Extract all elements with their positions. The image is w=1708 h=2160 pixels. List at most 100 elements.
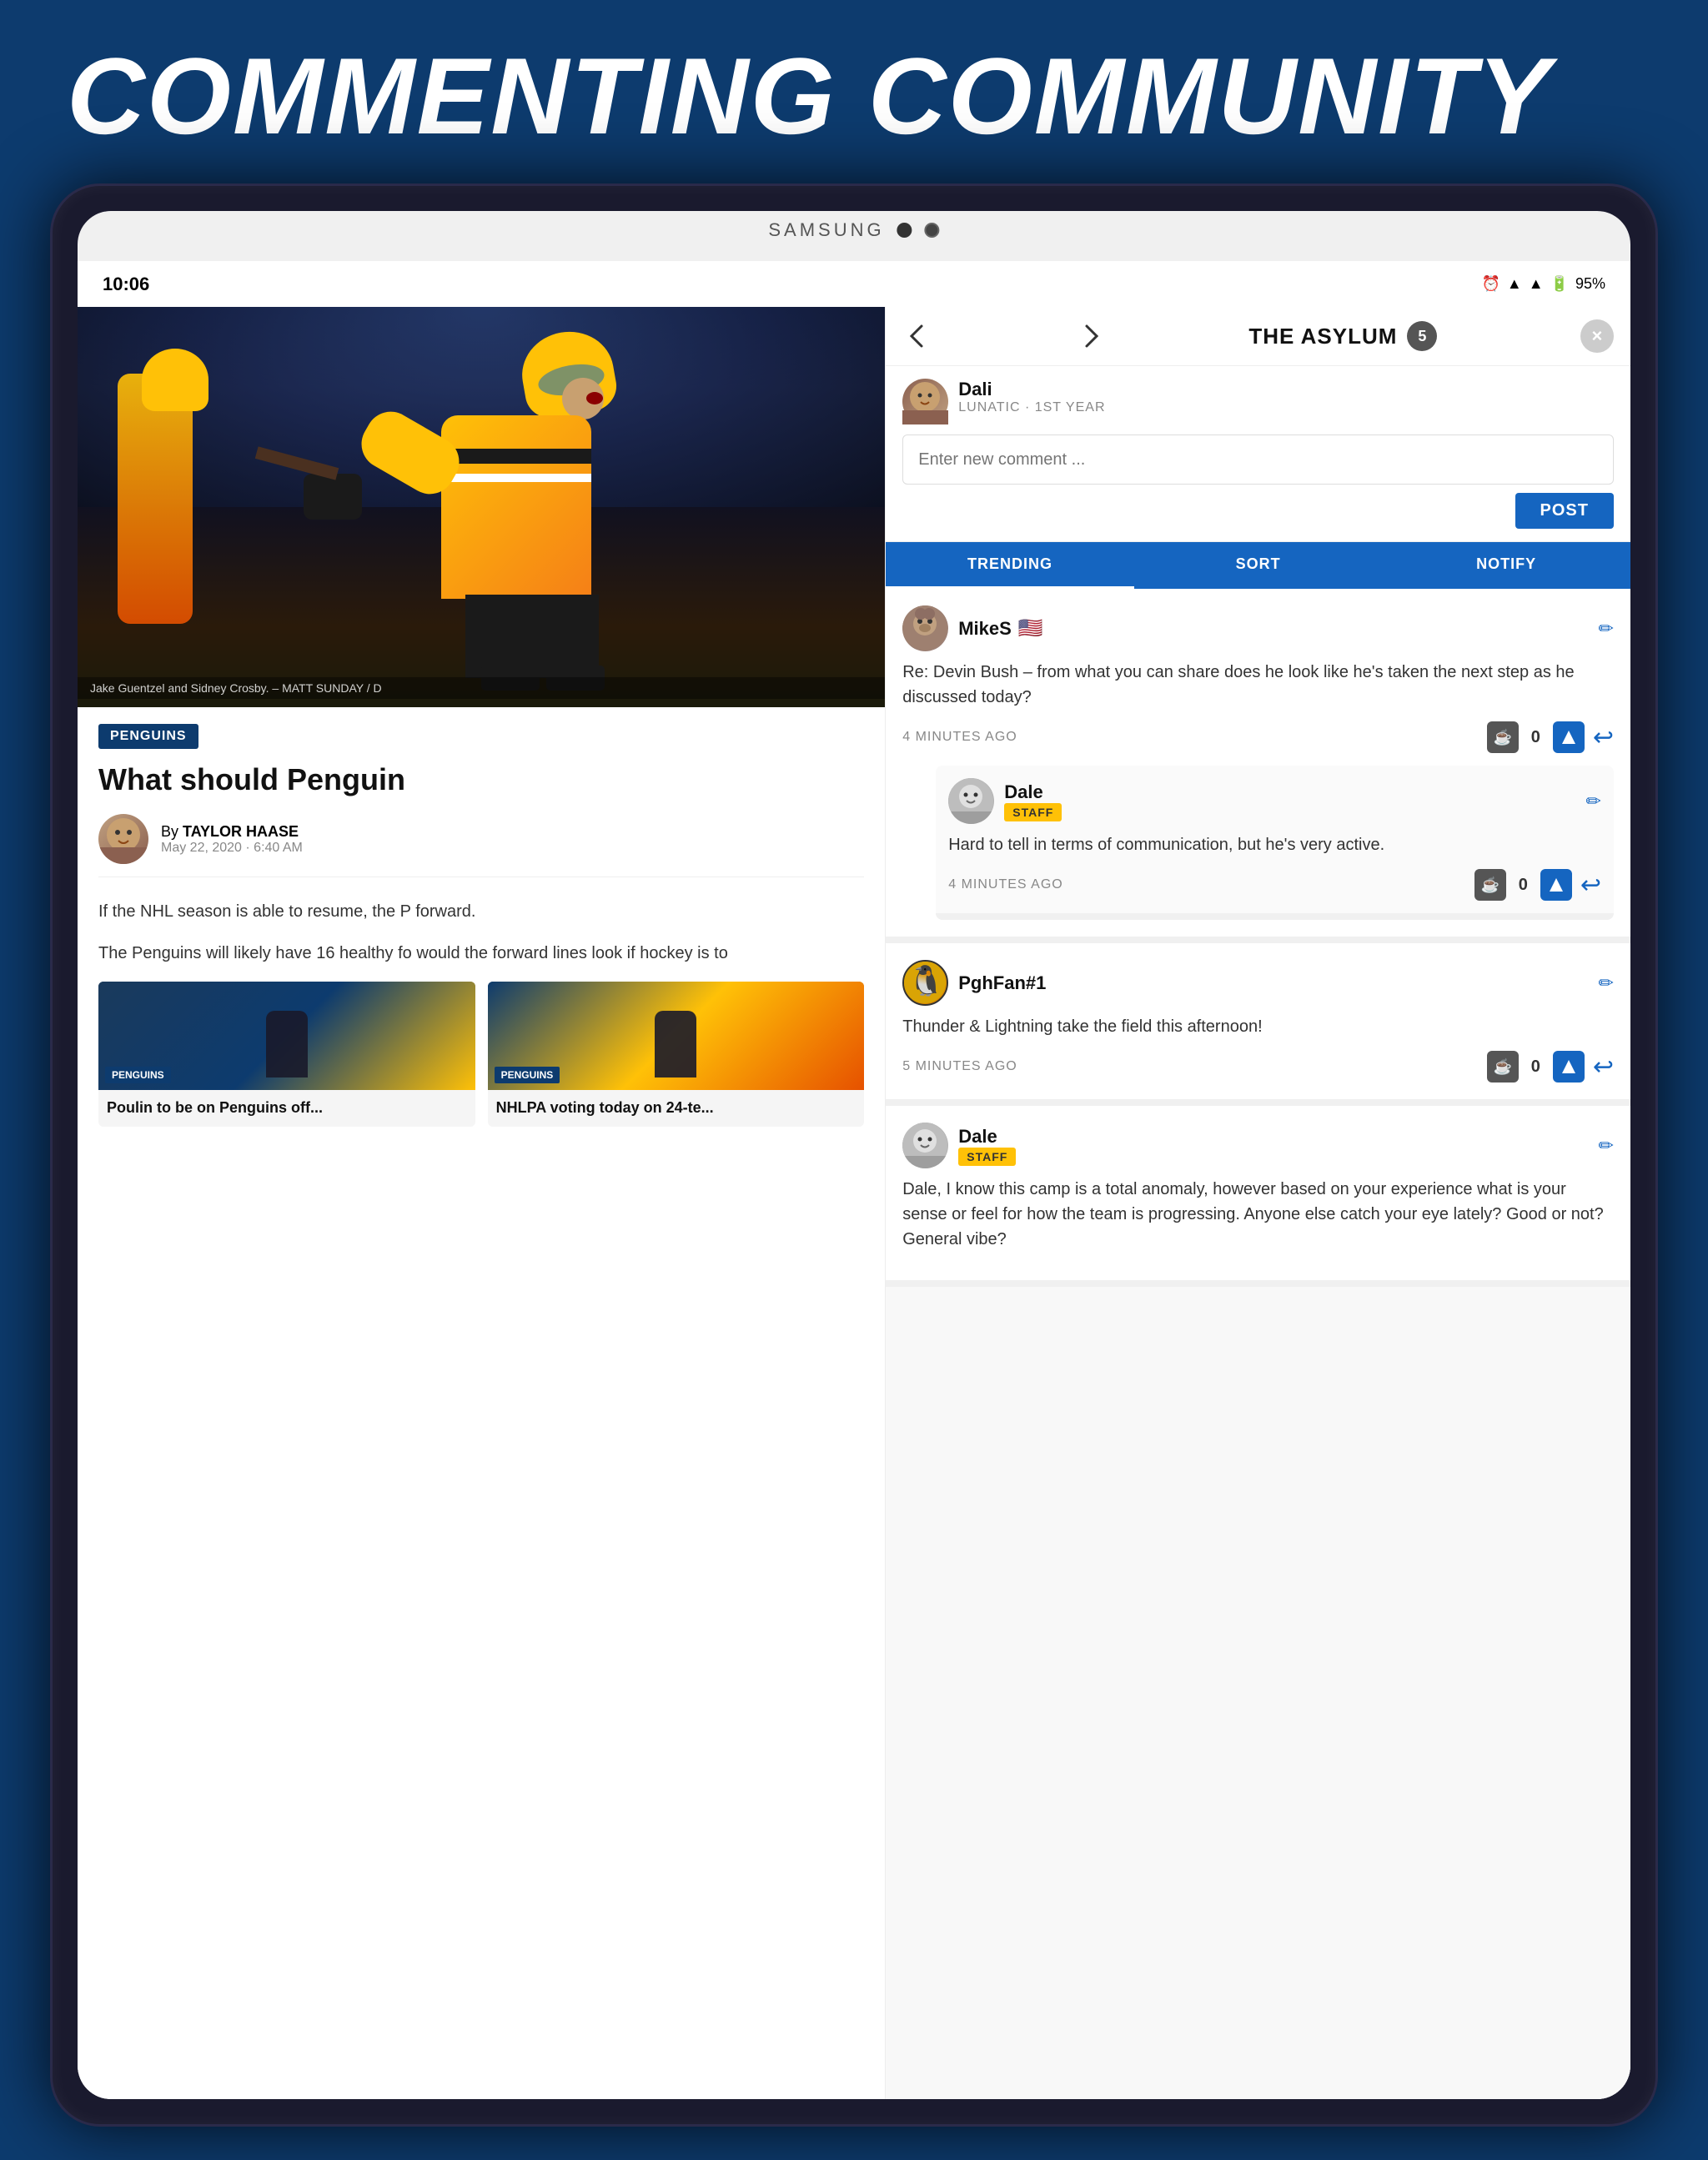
commenter-2-name-row: PghFan#1 <box>958 972 1046 994</box>
comment-3-edit[interactable]: ✏ <box>1599 1135 1614 1157</box>
main-layout: Jake Guentzel and Sidney Crosby. – MATT … <box>78 307 1630 2099</box>
author-name: TAYLOR HAASE <box>183 823 299 840</box>
comment-1-text: Re: Devin Bush – from what you can share… <box>902 660 1614 710</box>
reply-1-name-row: Dale STAFF <box>1004 781 1062 821</box>
user-input-row: Dali LUNATIC · 1ST YEAR <box>902 379 1614 424</box>
comments-title: THE ASYLUM <box>1248 324 1397 349</box>
article-paragraph-2: The Penguins will likely have 16 healthy… <box>98 940 864 967</box>
current-user-avatar <box>902 379 948 424</box>
brand-text: SAMSUNG <box>768 219 884 241</box>
commenter-3-name-row: Dale STAFF <box>958 1126 1016 1166</box>
comments-header: THE ASYLUM 5 × <box>886 307 1630 366</box>
reply-1-footer: 4 MINUTES AGO ☕ 0 <box>948 869 1601 901</box>
alarm-icon: ⏰ <box>1481 275 1500 293</box>
thumb-title-2: NHLPA voting today on 24-te... <box>488 1090 865 1126</box>
downvote-btn-1[interactable] <box>1553 721 1585 753</box>
thumb-img-2: PENGUINS <box>488 982 865 1090</box>
thumb-badge-2: PENGUINS <box>495 1067 560 1083</box>
article-thumbnails: PENGUINS Poulin to be on Penguins off...… <box>98 982 864 1126</box>
current-user-info: Dali LUNATIC · 1ST YEAR <box>958 379 1614 415</box>
image-caption: Jake Guentzel and Sidney Crosby. – MATT … <box>78 677 885 699</box>
upvote-icon-2[interactable]: ☕ <box>1487 1051 1519 1083</box>
reply-1-actions: ☕ 0 ↩ <box>1474 869 1601 901</box>
current-user-name: Dali <box>958 379 1614 400</box>
post-button[interactable]: POST <box>1515 493 1614 529</box>
vote-count-1: 0 <box>1531 728 1540 747</box>
comment-1-header: MikeS 🇺🇸 ✏ <box>902 605 1614 651</box>
author-info: By TAYLOR HAASE May 22, 2020 · 6:40 AM <box>161 823 303 856</box>
vote-count-reply-1: 0 <box>1519 876 1528 895</box>
downvote-btn-2[interactable] <box>1553 1051 1585 1083</box>
comments-list: MikeS 🇺🇸 ✏ Re: Devin Bush – from what yo… <box>886 589 1630 2099</box>
comments-title-row: THE ASYLUM 5 <box>1248 321 1437 351</box>
camera-dot-1 <box>897 223 912 238</box>
tab-sort[interactable]: SORT <box>1134 542 1383 589</box>
reply-1-edit[interactable]: ✏ <box>1586 791 1601 812</box>
article-date: May 22, 2020 · 6:40 AM <box>161 841 303 856</box>
article-body: PENGUINS What should Penguin <box>78 707 885 1143</box>
downvote-btn-reply-1[interactable] <box>1540 869 1572 901</box>
comment-2-time: 5 MINUTES AGO <box>902 1059 1017 1074</box>
author-row: By TAYLOR HAASE May 22, 2020 · 6:40 AM <box>98 814 864 877</box>
upvote-icon-reply-1[interactable]: ☕ <box>1474 869 1506 901</box>
comment-1-edit[interactable]: ✏ <box>1599 618 1614 640</box>
reply-icon-reply-1[interactable]: ↩ <box>1580 871 1601 900</box>
commenter-1-name: MikeS <box>958 618 1012 640</box>
reply-1-name: Dale <box>1004 781 1062 803</box>
comment-reply-1: Dale STAFF ✏ Hard to tell in terms of co… <box>936 766 1614 920</box>
comment-2-text: Thunder & Lightning take the field this … <box>902 1014 1614 1039</box>
comment-2-actions: ☕ 0 ↩ <box>1487 1051 1614 1083</box>
author-by: By TAYLOR HAASE <box>161 823 303 841</box>
hockey-scene <box>78 307 885 707</box>
reply-1-header: Dale STAFF ✏ <box>948 778 1601 824</box>
status-bar: 10:06 ⏰ ▲ ▲ 🔋 95% <box>78 261 1630 307</box>
comment-2-edit[interactable]: ✏ <box>1599 972 1614 994</box>
commenter-2-avatar: 🐧 <box>902 960 948 1006</box>
thumb-badge-1: PENGUINS <box>105 1067 171 1083</box>
comment-2-footer: 5 MINUTES AGO ☕ 0 ↩ <box>902 1051 1614 1083</box>
reply-icon-2[interactable]: ↩ <box>1593 1052 1614 1082</box>
reply-1-text: Hard to tell in terms of communication, … <box>948 832 1601 857</box>
comment-2-header: 🐧 PghFan#1 ✏ <box>902 960 1614 1006</box>
commenter-1-avatar <box>902 605 948 651</box>
device-brand-label: SAMSUNG <box>768 211 939 241</box>
reply-1-avatar <box>948 778 994 824</box>
forward-button[interactable] <box>1076 321 1106 351</box>
screen: 10:06 ⏰ ▲ ▲ 🔋 95% <box>78 261 1630 2099</box>
battery-percent: 95% <box>1575 275 1605 293</box>
status-icons: ⏰ ▲ ▲ 🔋 95% <box>1481 275 1605 293</box>
battery-icon: 🔋 <box>1550 275 1569 293</box>
thumb-title-1: Poulin to be on Penguins off... <box>98 1090 475 1126</box>
article-paragraph-1: If the NHL season is able to resume, the… <box>98 898 864 925</box>
commenter-1-left: MikeS 🇺🇸 <box>902 605 1042 651</box>
reply-1-left: Dale STAFF <box>948 778 1062 824</box>
thumb-card-2[interactable]: PENGUINS NHLPA voting today on 24-te... <box>488 982 865 1126</box>
post-btn-row: POST <box>902 493 1614 529</box>
upvote-icon-1[interactable]: ☕ <box>1487 721 1519 753</box>
reply-icon-1[interactable]: ↩ <box>1593 723 1614 752</box>
article-title: What should Penguin <box>98 761 864 797</box>
back-button[interactable] <box>902 321 932 351</box>
tab-notify[interactable]: NOTIFY <box>1382 542 1630 589</box>
comment-3-text: Dale, I know this camp is a total anomal… <box>902 1177 1614 1252</box>
staff-badge-3: STAFF <box>958 1148 1016 1166</box>
article-panel: Jake Guentzel and Sidney Crosby. – MATT … <box>78 307 885 2099</box>
comment-input[interactable] <box>902 435 1614 485</box>
comment-item-1: MikeS 🇺🇸 ✏ Re: Devin Bush – from what yo… <box>886 589 1630 943</box>
tab-trending[interactable]: TRENDING <box>886 542 1134 589</box>
commenter-3-avatar <box>902 1123 948 1168</box>
thumb-card-1[interactable]: PENGUINS Poulin to be on Penguins off... <box>98 982 475 1126</box>
vote-count-2: 0 <box>1531 1057 1540 1077</box>
commenter-2-left: 🐧 PghFan#1 <box>902 960 1046 1006</box>
tablet-screen: SAMSUNG 10:06 ⏰ ▲ ▲ 🔋 95% <box>78 211 1630 2099</box>
article-image: Jake Guentzel and Sidney Crosby. – MATT … <box>78 307 885 707</box>
author-avatar <box>98 814 148 864</box>
tablet-device: SAMSUNG 10:06 ⏰ ▲ ▲ 🔋 95% <box>50 183 1658 2127</box>
comment-1-actions: ☕ 0 ↩ <box>1487 721 1614 753</box>
commenter-3-left: Dale STAFF <box>902 1123 1016 1168</box>
reply-1-time: 4 MINUTES AGO <box>948 877 1062 892</box>
close-button[interactable]: × <box>1580 319 1614 353</box>
comment-count-badge: 5 <box>1407 321 1437 351</box>
thumb-img-1: PENGUINS <box>98 982 475 1090</box>
commenter-1-flag: 🇺🇸 <box>1018 616 1043 640</box>
